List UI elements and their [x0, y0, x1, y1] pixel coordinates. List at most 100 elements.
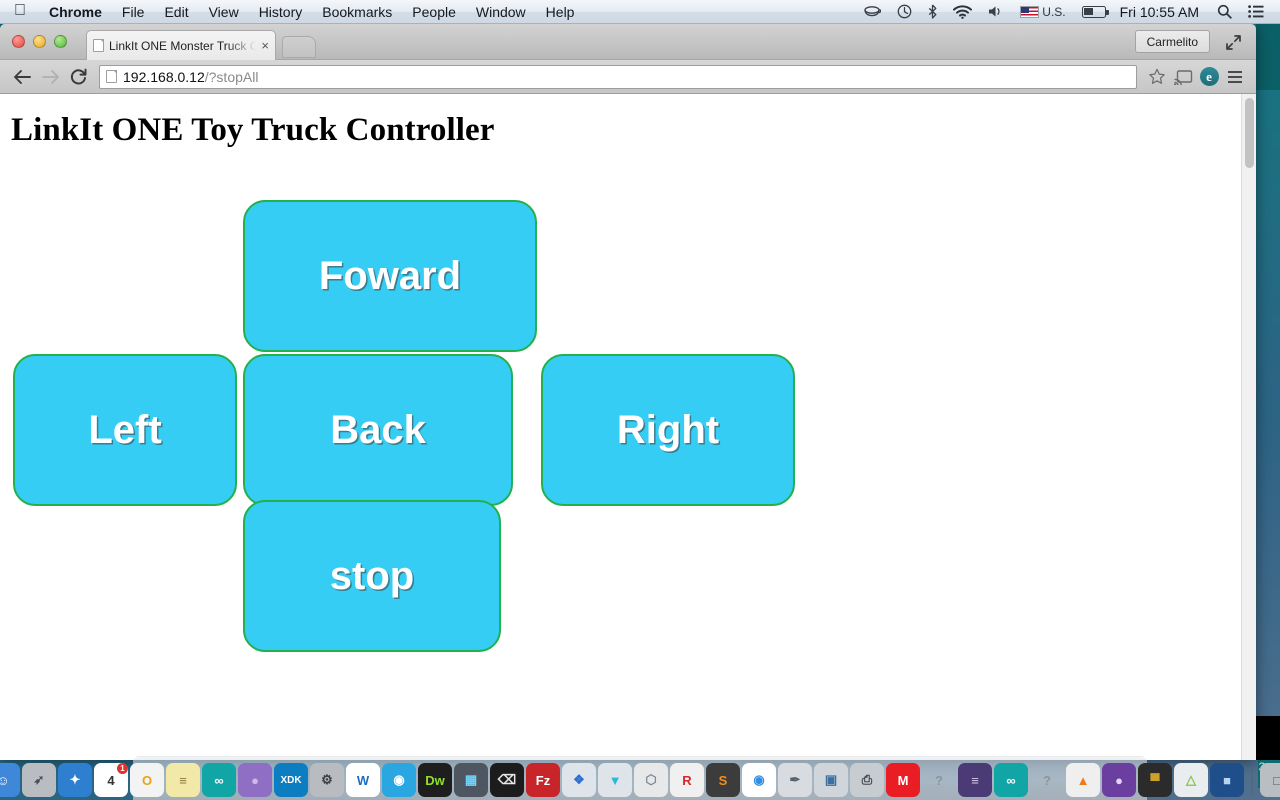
dock-item-word[interactable]: W	[346, 763, 380, 797]
extension-e-icon[interactable]: e	[1196, 64, 1222, 90]
menu-bar-status-area: U.S. Fri 10:55 AM	[856, 4, 1280, 20]
dock-item-android[interactable]: △	[1174, 763, 1208, 797]
dock-item-dreamweaver[interactable]: Dw	[418, 763, 452, 797]
dock-item-unknown-app-2[interactable]: ?	[1030, 763, 1064, 797]
address-bar[interactable]: 192.168.0.12/?stopAll	[99, 64, 1137, 89]
window-traffic-lights	[12, 35, 67, 48]
menu-item-file[interactable]: File	[112, 4, 155, 20]
dock-item-finder[interactable]: ☺	[0, 763, 20, 797]
dock-item-teal-app[interactable]: ◉	[382, 763, 416, 797]
dock-item-sublime-text[interactable]: S	[706, 763, 740, 797]
macos-dock: ☺ ➶ ✦ 4 1 O ≡ ∞ ● XDK ⚙ W ◉ Dw ▦ ⌫ Fz ❖ ▼ ⬡ R S ◉ ✒ ▣ ⎙ M? ≡ ∞? ▲ ● ▀ △ ■…	[0, 756, 1280, 800]
dock-item-serial-cable[interactable]: ▀	[1138, 763, 1172, 797]
dock-item-office[interactable]: O	[130, 763, 164, 797]
wifi-icon[interactable]	[945, 5, 980, 19]
battery-shape	[1081, 5, 1109, 18]
input-source-flag-icon[interactable]: U.S.	[1012, 5, 1073, 19]
back-button[interactable]: Back	[243, 354, 513, 506]
page-title: LinkIt ONE Toy Truck Controller	[11, 112, 495, 148]
cast-icon[interactable]	[1170, 64, 1196, 90]
address-bar-text: 192.168.0.12/?stopAll	[123, 69, 258, 85]
right-button[interactable]: Right	[541, 354, 795, 506]
close-window-button[interactable]	[12, 35, 25, 48]
back-arrow-icon[interactable]	[8, 64, 36, 90]
menu-item-people[interactable]: People	[402, 4, 466, 20]
background-window-teal	[1256, 24, 1280, 90]
dock-item-launchpad[interactable]: ➶	[22, 763, 56, 797]
dock-item-intel-xdk[interactable]: XDK	[274, 763, 308, 797]
tab-title: LinkIt ONE Monster Truck C	[109, 38, 257, 53]
battery-icon[interactable]	[1074, 5, 1114, 18]
profile-button[interactable]: Carmelito	[1134, 30, 1210, 53]
dock-item-r-app[interactable]: R	[670, 763, 704, 797]
menu-item-window[interactable]: Window	[466, 4, 536, 20]
fullscreen-arrows-icon[interactable]	[1222, 32, 1244, 52]
menu-item-help[interactable]: Help	[536, 4, 585, 20]
input-source-label: U.S.	[1042, 4, 1066, 19]
new-tab-button[interactable]	[282, 36, 316, 58]
macos-menu-bar:  Chrome File Edit View History Bookmark…	[0, 0, 1280, 24]
forward-arrow-icon	[36, 64, 64, 90]
menu-item-edit[interactable]: Edit	[154, 4, 198, 20]
hamburger-menu-icon[interactable]	[1222, 64, 1248, 90]
dock-item-satellite[interactable]: ✒	[778, 763, 812, 797]
menu-item-bookmarks[interactable]: Bookmarks	[312, 4, 402, 20]
url-path: /?stopAll	[204, 68, 259, 85]
dock-item-google-chrome[interactable]: ◉	[742, 763, 776, 797]
dock-item-grabpro[interactable]: ▦	[454, 763, 488, 797]
vertical-scrollbar[interactable]	[1241, 94, 1256, 760]
browser-toolbar: 192.168.0.12/?stopAll e	[0, 60, 1256, 94]
dock-item-virtualbox[interactable]: ■	[1210, 763, 1244, 797]
close-icon[interactable]: ×	[261, 39, 269, 52]
profile-name-label: Carmelito	[1146, 34, 1198, 49]
dock-item-calendar[interactable]: 41	[94, 763, 128, 797]
us-flag-icon	[1020, 5, 1040, 18]
dock-item-purple-sphere[interactable]: ●	[238, 763, 272, 797]
dock-item-trash[interactable]: □	[1260, 763, 1280, 797]
dock-item-makerbot[interactable]: M	[886, 763, 920, 797]
menu-item-view[interactable]: View	[199, 4, 249, 20]
dock-item-teal-triangle[interactable]: ▼	[598, 763, 632, 797]
dock-item-stickies[interactable]: ≡	[166, 763, 200, 797]
time-machine-icon[interactable]	[889, 4, 920, 19]
minimize-window-button[interactable]	[33, 35, 46, 48]
forward-button[interactable]: Foward	[243, 200, 537, 352]
page-viewport: LinkIt ONE Toy Truck Controller Foward L…	[0, 94, 1256, 760]
extension-badge: e	[1199, 67, 1219, 86]
dock-item-printer[interactable]: ⎙	[850, 763, 884, 797]
dock-item-3d-cube[interactable]: ⬡	[634, 763, 668, 797]
dock-item-purple-disc[interactable]: ≡	[958, 763, 992, 797]
dock-item-unknown-app[interactable]: ?	[922, 763, 956, 797]
zoom-window-button[interactable]	[54, 35, 67, 48]
dock-item-remote-desktop[interactable]: ▣	[814, 763, 848, 797]
scrollbar-thumb[interactable]	[1245, 98, 1254, 168]
menu-bar-clock[interactable]: Fri 10:55 AM	[1114, 4, 1209, 20]
spotlight-search-icon[interactable]	[1209, 4, 1240, 19]
menu-item-history[interactable]: History	[249, 4, 313, 20]
apple-logo-icon[interactable]: 	[14, 2, 26, 19]
dock-item-arduino[interactable]: ∞	[202, 763, 236, 797]
notification-center-icon[interactable]	[1240, 5, 1272, 18]
chrome-browser-window: LinkIt ONE Monster Truck C × Carmelito 1…	[0, 24, 1256, 760]
left-button[interactable]: Left	[13, 354, 237, 506]
dock-item-safari[interactable]: ✦	[58, 763, 92, 797]
dock-item-arduino-ide[interactable]: ∞	[994, 763, 1028, 797]
dock-item-vlc[interactable]: ▲	[1066, 763, 1100, 797]
browser-tab[interactable]: LinkIt ONE Monster Truck C ×	[86, 30, 276, 60]
tab-strip: LinkIt ONE Monster Truck C × Carmelito	[0, 24, 1256, 60]
dock-item-blue-blocks[interactable]: ❖	[562, 763, 596, 797]
dock-item-filezilla[interactable]: Fz	[526, 763, 560, 797]
dock-item-github[interactable]: ●	[1102, 763, 1136, 797]
url-host: 192.168.0.12	[123, 68, 205, 85]
bluetooth-icon[interactable]	[920, 4, 945, 19]
menu-item-chrome[interactable]: Chrome	[39, 4, 112, 20]
star-icon[interactable]	[1144, 64, 1170, 90]
reload-icon[interactable]	[64, 64, 92, 90]
stop-button[interactable]: stop	[243, 500, 501, 652]
page-icon	[106, 70, 117, 83]
background-window-black	[1256, 716, 1280, 760]
volume-icon[interactable]	[980, 5, 1012, 18]
coffee-cup-icon[interactable]	[856, 5, 889, 18]
dock-item-system-preferences[interactable]: ⚙	[310, 763, 344, 797]
dock-item-terminal[interactable]: ⌫	[490, 763, 524, 797]
